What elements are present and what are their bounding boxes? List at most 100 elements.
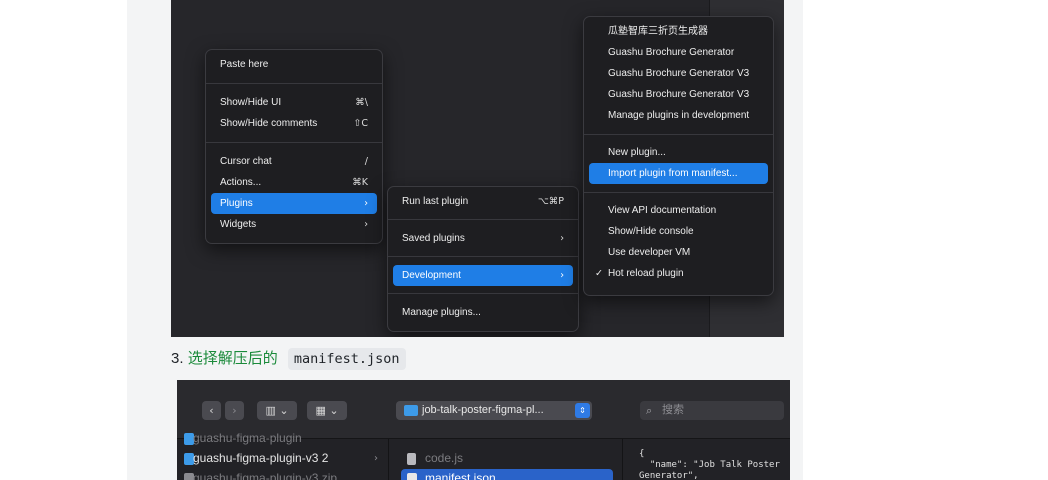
menu-item-label: Guashu Brochure Generator V3: [608, 68, 750, 79]
chevron-right-icon: ›: [232, 404, 237, 417]
shortcut-label: ⌥⌘P: [537, 196, 564, 207]
menu-item-use-developer-vm[interactable]: Use developer VM: [589, 242, 768, 263]
menu-item-view-api-docs[interactable]: View API documentation: [589, 200, 768, 221]
menu-item-label: View API documentation: [608, 205, 717, 216]
chevron-right-icon: ›: [374, 453, 378, 464]
chevron-right-icon: ›: [560, 270, 564, 281]
context-menu: Paste here Show/Hide UI ⌘\ Show/Hide comm…: [205, 49, 383, 244]
list-item[interactable]: guashu-figma-plugin: [177, 429, 388, 448]
plugins-submenu: Run last plugin ⌥⌘P Saved plugins › Develo…: [387, 186, 579, 332]
file-icon: [407, 473, 417, 480]
menu-item-label: Plugins: [220, 198, 253, 209]
menu-item-widgets[interactable]: Widgets ›: [211, 214, 377, 235]
menu-item-label: Actions...: [220, 177, 262, 188]
group-button[interactable]: ▦ ⌄: [307, 401, 347, 420]
menu-item-run-last-plugin[interactable]: Run last plugin ⌥⌘P: [393, 191, 573, 212]
menu-item-new-plugin[interactable]: New plugin...: [589, 142, 768, 163]
menu-item-label: Guashu Brochure Generator V3: [608, 89, 750, 100]
finder-column-1: guashu-figma-plugin guashu-figma-plugin-…: [177, 431, 389, 480]
step-instruction: 3. 选择解压后的 manifest.json: [171, 347, 406, 371]
finder-column-2: code.js manifest.json: [389, 439, 623, 480]
menu-item-plugin-guashu-v3[interactable]: Guashu Brochure Generator V3: [589, 63, 768, 84]
figma-screenshot: Paste here Show/Hide UI ⌘\ Show/Hide comm…: [171, 0, 784, 337]
folder-icon: [404, 405, 418, 416]
shortcut-label: ⇧C: [353, 118, 368, 129]
json-preview: { "name": "Job Talk Poster Generator",: [639, 449, 780, 480]
menu-item-import-manifest[interactable]: Import plugin from manifest...: [589, 163, 768, 184]
menu-item-label: Paste here: [220, 59, 269, 70]
file-name: code.js: [425, 451, 464, 465]
menu-item-label: Widgets: [220, 219, 257, 230]
forward-button[interactable]: ›: [225, 401, 244, 420]
menu-item-label: Manage plugins in development: [608, 110, 750, 121]
menu-item-paste-here[interactable]: Paste here: [211, 54, 377, 75]
step-text: 选择解压后的: [187, 350, 278, 367]
search-icon: ⌕: [646, 404, 653, 417]
menu-item-label: Development: [402, 270, 461, 281]
file-icon: [407, 453, 416, 465]
menu-item-label: Import plugin from manifest...: [608, 168, 738, 179]
shortcut-label: ⌘\: [355, 97, 368, 108]
path-popup[interactable]: job-talk-poster-figma-pl... ⇕: [396, 401, 592, 420]
step-number: 3.: [171, 350, 184, 367]
view-mode-button[interactable]: ▥ ⌄: [257, 401, 297, 420]
shortcut-label: ⌘K: [352, 177, 368, 188]
menu-item-label: Saved plugins: [402, 233, 465, 244]
menu-separator: [584, 134, 773, 135]
menu-item-plugin-guashu-v3-copy[interactable]: Guashu Brochure Generator V3: [589, 84, 768, 105]
chevron-right-icon: ›: [364, 219, 368, 230]
menu-item-show-hide-console[interactable]: Show/Hide console: [589, 221, 768, 242]
menu-item-label: Run last plugin: [402, 196, 469, 207]
menu-item-manage-dev-plugins[interactable]: Manage plugins in development: [589, 105, 768, 126]
menu-item-cursor-chat[interactable]: Cursor chat /: [211, 151, 377, 172]
menu-item-label: Manage plugins...: [402, 307, 481, 318]
grid-icon: ▦ ⌄: [315, 404, 339, 417]
menu-separator: [388, 219, 578, 220]
menu-item-label: Hot reload plugin: [608, 268, 684, 279]
menu-item-label: Use developer VM: [608, 247, 691, 258]
shortcut-label: /: [364, 156, 368, 167]
inline-code: manifest.json: [287, 348, 406, 370]
menu-item-label: Show/Hide UI: [220, 97, 282, 108]
chevron-left-icon: ‹: [209, 404, 214, 417]
menu-item-plugin-guashu-brochure[interactable]: Guashu Brochure Generator: [589, 42, 768, 63]
menu-item-plugin-guashu-cn[interactable]: 瓜塾智库三折页生成器: [589, 21, 768, 42]
menu-item-saved-plugins[interactable]: Saved plugins ›: [393, 228, 573, 249]
finder-screenshot: ‹ › ▥ ⌄ ▦ ⌄ job-talk-poster-figma-pl... …: [177, 380, 790, 480]
list-item[interactable]: code.js: [389, 449, 622, 468]
menu-item-plugins[interactable]: Plugins ›: [211, 193, 377, 214]
menu-item-development[interactable]: Development ›: [393, 265, 573, 286]
menu-item-label: 瓜塾智库三折页生成器: [608, 26, 708, 37]
menu-item-hot-reload[interactable]: ✓ Hot reload plugin: [589, 263, 768, 284]
search-placeholder: 搜索: [662, 404, 684, 416]
menu-item-label: New plugin...: [608, 147, 666, 158]
menu-separator: [206, 83, 382, 84]
menu-item-actions[interactable]: Actions... ⌘K: [211, 172, 377, 193]
columns-view-icon: ▥ ⌄: [265, 404, 289, 417]
menu-item-label: Show/Hide comments: [220, 118, 318, 129]
menu-item-show-hide-ui[interactable]: Show/Hide UI ⌘\: [211, 92, 377, 113]
file-name: guashu-figma-plugin: [193, 431, 302, 445]
list-item-selected[interactable]: manifest.json: [401, 469, 613, 480]
file-name: guashu-figma-plugin-v3 2: [193, 451, 329, 465]
menu-item-label: Show/Hide console: [608, 226, 694, 237]
updown-icon: ⇕: [575, 403, 590, 418]
list-item[interactable]: guashu-figma-plugin-v3 2 ›: [177, 449, 388, 468]
chevron-right-icon: ›: [560, 233, 564, 244]
menu-item-label: Guashu Brochure Generator: [608, 47, 735, 58]
list-item[interactable]: guashu-figma-plugin-v3.zip: [177, 469, 388, 480]
menu-item-manage-plugins[interactable]: Manage plugins...: [393, 302, 573, 323]
menu-item-label: Cursor chat: [220, 156, 272, 167]
menu-separator: [584, 192, 773, 193]
file-name: manifest.json: [425, 471, 496, 480]
development-submenu: 瓜塾智库三折页生成器 Guashu Brochure Generator Gua…: [583, 16, 774, 296]
menu-item-show-hide-comments[interactable]: Show/Hide comments ⇧C: [211, 113, 377, 134]
checkmark-icon: ✓: [595, 268, 603, 279]
chevron-right-icon: ›: [364, 198, 368, 209]
path-label: job-talk-poster-figma-pl...: [422, 404, 544, 416]
menu-separator: [388, 293, 578, 294]
back-button[interactable]: ‹: [202, 401, 221, 420]
menu-separator: [206, 142, 382, 143]
menu-separator: [388, 256, 578, 257]
search-input[interactable]: ⌕ 搜索: [640, 401, 784, 420]
